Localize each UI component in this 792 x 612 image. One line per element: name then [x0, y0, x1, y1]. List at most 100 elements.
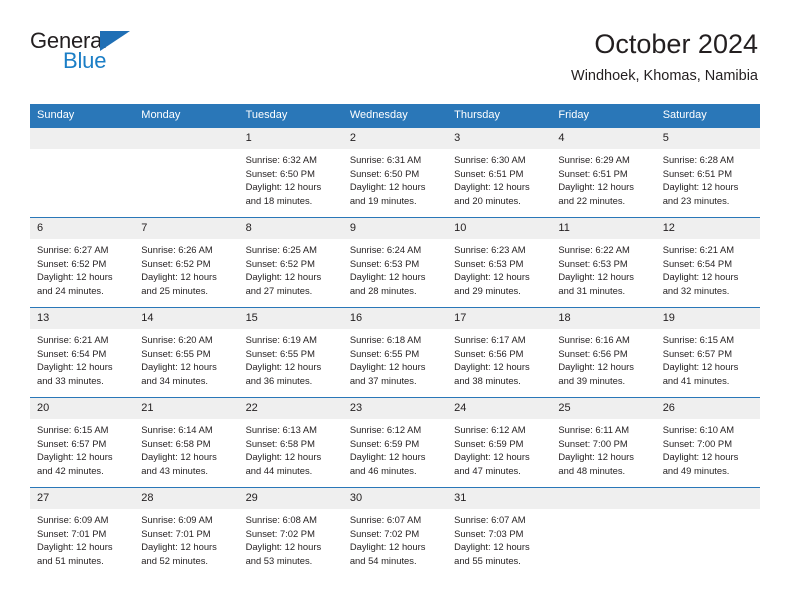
- day-details: Sunrise: 6:21 AM Sunset: 6:54 PM Daylight:…: [30, 329, 134, 387]
- daylight-text: Daylight: 12 hours and 41 minutes.: [662, 361, 739, 386]
- day-details: Sunrise: 6:19 AM Sunset: 6:55 PM Daylight:…: [239, 329, 343, 387]
- calendar-day-cell[interactable]: 4 Sunrise: 6:29 AM Sunset: 6:51 PM Daylight…: [551, 127, 656, 218]
- daylight-text: Daylight: 12 hours and 27 minutes.: [245, 271, 322, 296]
- calendar-day-cell[interactable]: 10 Sunrise: 6:23 AM Sunset: 6:53 PM Dayligh…: [447, 217, 552, 308]
- calendar-day-cell[interactable]: 23 Sunrise: 6:12 AM Sunset: 6:59 PM Dayligh…: [342, 397, 448, 488]
- calendar-day-cell[interactable]: 24 Sunrise: 6:12 AM Sunset: 6:59 PM Dayligh…: [447, 397, 552, 488]
- sunset-text: Sunset: 7:01 PM: [141, 527, 211, 539]
- sunrise-text: Sunrise: 6:30 AM: [454, 154, 526, 165]
- day-number: 8: [238, 218, 343, 239]
- calendar-day-cell[interactable]: 28 Sunrise: 6:09 AM Sunset: 7:01 PM Dayligh…: [134, 487, 239, 577]
- sunset-text: Sunset: 6:54 PM: [662, 257, 732, 269]
- daylight-text: Daylight: 12 hours and 28 minutes.: [349, 271, 426, 296]
- day-details: Sunrise: 6:12 AM Sunset: 6:59 PM Daylight:…: [343, 419, 447, 477]
- calendar-day-cell[interactable]: 15 Sunrise: 6:19 AM Sunset: 6:55 PM Dayligh…: [238, 307, 343, 398]
- calendar-day-cell[interactable]: 26 Sunrise: 6:10 AM Sunset: 7:00 PM Dayligh…: [655, 397, 760, 488]
- general-blue-logo: General Blue: [30, 30, 150, 80]
- calendar-day-cell[interactable]: 14 Sunrise: 6:20 AM Sunset: 6:55 PM Dayligh…: [134, 307, 239, 398]
- calendar-day-cell[interactable]: 30 Sunrise: 6:07 AM Sunset: 7:02 PM Dayligh…: [342, 487, 448, 577]
- calendar-day-cell[interactable]: 9 Sunrise: 6:24 AM Sunset: 6:53 PM Daylight…: [342, 217, 448, 308]
- day-details: Sunrise: 6:31 AM Sunset: 6:50 PM Daylight:…: [343, 149, 447, 207]
- daylight-text: Daylight: 12 hours and 46 minutes.: [349, 451, 426, 476]
- calendar-day-cell[interactable]: 22 Sunrise: 6:13 AM Sunset: 6:58 PM Dayligh…: [238, 397, 343, 488]
- daylight-text: Daylight: 12 hours and 54 minutes.: [349, 541, 426, 566]
- day-details: Sunrise: 6:30 AM Sunset: 6:51 PM Daylight:…: [447, 149, 551, 207]
- calendar-day-cell[interactable]: 7 Sunrise: 6:26 AM Sunset: 6:52 PM Daylight…: [134, 217, 239, 308]
- day-number: 18: [551, 308, 656, 329]
- sunset-text: Sunset: 7:00 PM: [558, 437, 628, 449]
- sunrise-text: Sunrise: 6:29 AM: [558, 154, 630, 165]
- calendar-day-cell[interactable]: 1 Sunrise: 6:32 AM Sunset: 6:50 PM Daylight…: [238, 127, 343, 218]
- day-number: 22: [238, 398, 343, 419]
- day-details: Sunrise: 6:10 AM Sunset: 7:00 PM Daylight:…: [656, 419, 760, 477]
- daylight-text: Daylight: 12 hours and 32 minutes.: [662, 271, 739, 296]
- day-details: Sunrise: 6:15 AM Sunset: 6:57 PM Daylight:…: [30, 419, 134, 477]
- day-number: 21: [134, 398, 239, 419]
- calendar-day-cell[interactable]: 29 Sunrise: 6:08 AM Sunset: 7:02 PM Dayligh…: [238, 487, 343, 577]
- calendar-day-cell[interactable]: 20 Sunrise: 6:15 AM Sunset: 6:57 PM Dayligh…: [30, 397, 135, 488]
- day-number: 11: [551, 218, 656, 239]
- day-number: [655, 488, 760, 509]
- day-number: 30: [342, 488, 448, 509]
- daylight-text: Daylight: 12 hours and 18 minutes.: [245, 181, 322, 206]
- day-details: Sunrise: 6:12 AM Sunset: 6:59 PM Daylight:…: [447, 419, 551, 477]
- calendar-day-cell[interactable]: 17 Sunrise: 6:17 AM Sunset: 6:56 PM Dayligh…: [447, 307, 552, 398]
- sunset-text: Sunset: 6:54 PM: [37, 347, 107, 359]
- calendar-day-cell[interactable]: 18 Sunrise: 6:16 AM Sunset: 6:56 PM Dayligh…: [551, 307, 656, 398]
- calendar-day-cell[interactable]: 25 Sunrise: 6:11 AM Sunset: 7:00 PM Dayligh…: [551, 397, 656, 488]
- daylight-text: Daylight: 12 hours and 43 minutes.: [141, 451, 217, 476]
- daylight-text: Daylight: 12 hours and 55 minutes.: [454, 541, 530, 566]
- sunrise-text: Sunrise: 6:19 AM: [245, 334, 317, 345]
- calendar-day-cell[interactable]: 12 Sunrise: 6:21 AM Sunset: 6:54 PM Dayligh…: [655, 217, 760, 308]
- day-number: 7: [134, 218, 239, 239]
- day-details: Sunrise: 6:18 AM Sunset: 6:55 PM Daylight:…: [343, 329, 447, 387]
- calendar-day-cell[interactable]: 13 Sunrise: 6:21 AM Sunset: 6:54 PM Dayligh…: [30, 307, 135, 398]
- sunrise-text: Sunrise: 6:12 AM: [349, 424, 422, 435]
- calendar-day-cell[interactable]: 21 Sunrise: 6:14 AM Sunset: 6:58 PM Dayligh…: [134, 397, 239, 488]
- calendar-week-row: 13 Sunrise: 6:21 AM Sunset: 6:54 PM Dayligh…: [30, 307, 760, 398]
- day-number: 26: [655, 398, 760, 419]
- column-header-friday: Friday: [551, 104, 656, 128]
- day-number: [551, 488, 656, 509]
- sunset-text: Sunset: 6:52 PM: [37, 257, 107, 269]
- day-details: Sunrise: 6:26 AM Sunset: 6:52 PM Daylight:…: [134, 239, 238, 297]
- day-number: 28: [134, 488, 239, 509]
- daylight-text: Daylight: 12 hours and 25 minutes.: [141, 271, 217, 296]
- calendar-week-row: 27 Sunrise: 6:09 AM Sunset: 7:01 PM Dayligh…: [30, 487, 760, 577]
- calendar-day-cell[interactable]: 11 Sunrise: 6:22 AM Sunset: 6:53 PM Dayligh…: [551, 217, 656, 308]
- calendar-day-cell[interactable]: 5 Sunrise: 6:28 AM Sunset: 6:51 PM Daylight…: [655, 127, 760, 218]
- calendar-page: General Blue October 2024 Windhoek, Khom…: [0, 0, 792, 612]
- day-number: 3: [447, 128, 552, 149]
- daylight-text: Daylight: 12 hours and 53 minutes.: [245, 541, 322, 566]
- calendar-header-row: Sunday Monday Tuesday Wednesday Thursday…: [30, 104, 760, 128]
- day-number: 19: [655, 308, 760, 329]
- day-details: Sunrise: 6:23 AM Sunset: 6:53 PM Daylight:…: [447, 239, 551, 297]
- calendar-day-cell[interactable]: 19 Sunrise: 6:15 AM Sunset: 6:57 PM Dayligh…: [655, 307, 760, 398]
- day-details: Sunrise: 6:32 AM Sunset: 6:50 PM Daylight:…: [239, 149, 343, 207]
- sunrise-text: Sunrise: 6:09 AM: [141, 514, 213, 525]
- daylight-text: Daylight: 12 hours and 24 minutes.: [37, 271, 113, 296]
- calendar-day-cell-empty: [134, 127, 239, 218]
- calendar-day-cell[interactable]: 2 Sunrise: 6:31 AM Sunset: 6:50 PM Daylight…: [342, 127, 448, 218]
- daylight-text: Daylight: 12 hours and 34 minutes.: [141, 361, 217, 386]
- day-details: Sunrise: 6:17 AM Sunset: 6:56 PM Daylight:…: [447, 329, 551, 387]
- calendar-day-cell[interactable]: 16 Sunrise: 6:18 AM Sunset: 6:55 PM Dayligh…: [342, 307, 448, 398]
- sunrise-text: Sunrise: 6:20 AM: [141, 334, 213, 345]
- sunset-text: Sunset: 6:59 PM: [349, 437, 420, 449]
- sunset-text: Sunset: 7:03 PM: [454, 527, 524, 539]
- daylight-text: Daylight: 12 hours and 23 minutes.: [662, 181, 739, 206]
- column-header-thursday: Thursday: [447, 104, 552, 128]
- daylight-text: Daylight: 12 hours and 19 minutes.: [349, 181, 426, 206]
- sunset-text: Sunset: 6:51 PM: [662, 167, 732, 179]
- calendar-week-row: 20 Sunrise: 6:15 AM Sunset: 6:57 PM Dayligh…: [30, 397, 760, 488]
- day-details: Sunrise: 6:09 AM Sunset: 7:01 PM Daylight:…: [134, 509, 238, 567]
- calendar-day-cell[interactable]: 3 Sunrise: 6:30 AM Sunset: 6:51 PM Daylight…: [447, 127, 552, 218]
- calendar-day-cell[interactable]: 31 Sunrise: 6:07 AM Sunset: 7:03 PM Dayligh…: [447, 487, 552, 577]
- daylight-text: Daylight: 12 hours and 44 minutes.: [245, 451, 322, 476]
- sunrise-text: Sunrise: 6:22 AM: [558, 244, 630, 255]
- calendar-day-cell[interactable]: 27 Sunrise: 6:09 AM Sunset: 7:01 PM Dayligh…: [30, 487, 135, 577]
- calendar-day-cell[interactable]: 8 Sunrise: 6:25 AM Sunset: 6:52 PM Daylight…: [238, 217, 343, 308]
- calendar-day-cell[interactable]: 6 Sunrise: 6:27 AM Sunset: 6:52 PM Daylight…: [30, 217, 135, 308]
- day-number: 5: [655, 128, 760, 149]
- sunrise-text: Sunrise: 6:21 AM: [37, 334, 109, 345]
